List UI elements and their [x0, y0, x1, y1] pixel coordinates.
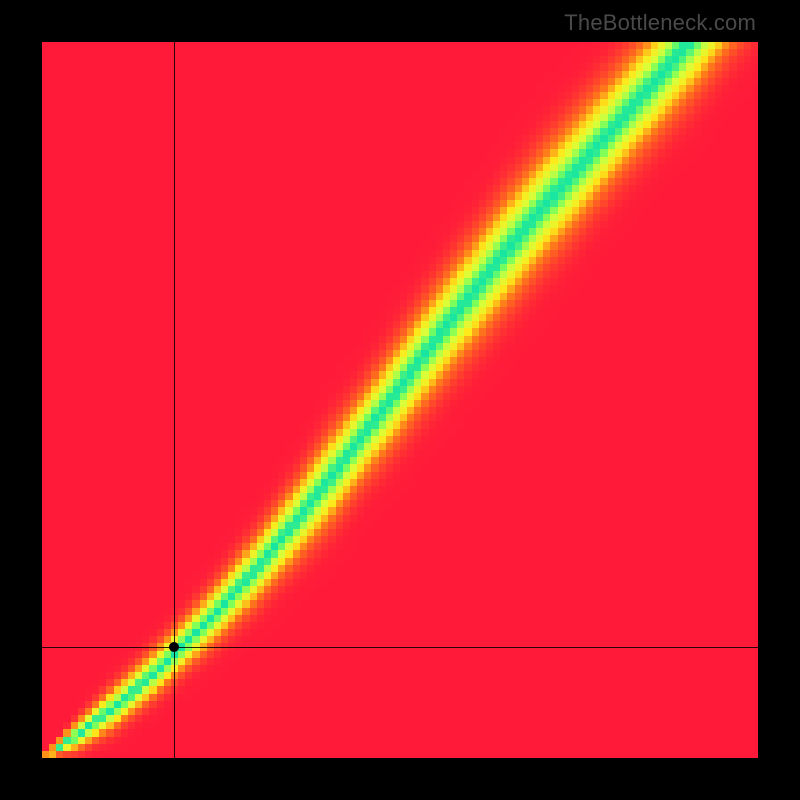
watermark-text: TheBottleneck.com: [564, 10, 756, 36]
heatmap-canvas: [42, 42, 758, 758]
plot-area: [42, 42, 758, 758]
chart-frame: TheBottleneck.com: [0, 0, 800, 800]
